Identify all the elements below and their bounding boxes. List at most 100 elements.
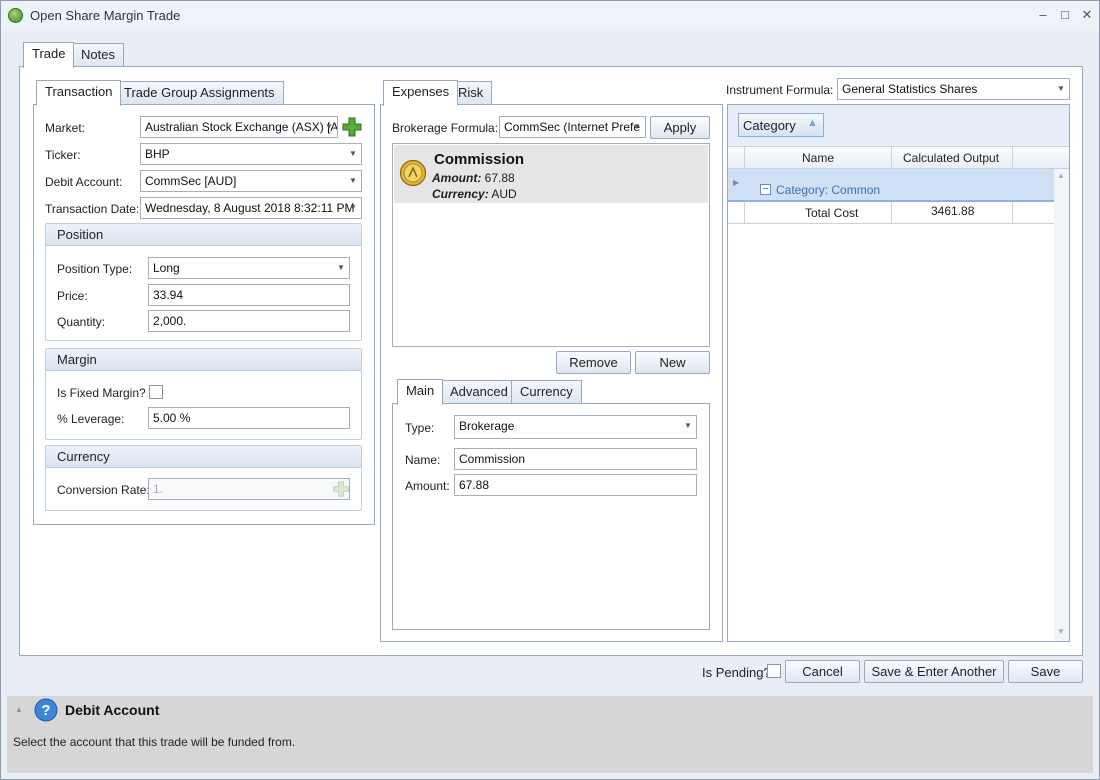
debit-account-combo[interactable]: CommSec [AUD] ▼ — [140, 170, 362, 192]
vertical-scrollbar[interactable]: ▲ ▼ — [1054, 169, 1069, 641]
tab-currency[interactable]: Currency — [511, 380, 582, 404]
help-text: Select the account that this trade will … — [13, 735, 296, 749]
amount-label: Amount: — [405, 479, 450, 493]
column-header-output[interactable]: Calculated Output — [903, 151, 999, 165]
quantity-label: Quantity: — [57, 315, 106, 329]
tab-notes[interactable]: Notes — [72, 43, 124, 67]
tab-trade-group-assignments[interactable]: Trade Group Assignments — [115, 81, 284, 105]
group-row-label: Category: Common — [776, 183, 881, 197]
market-combo[interactable]: Australian Stock Exchange (ASX) [A ▼ — [140, 116, 338, 138]
save-enter-another-button[interactable]: Save & Enter Another — [864, 660, 1004, 683]
brokerage-formula-combo[interactable]: CommSec (Internet Prefe ▼ — [499, 116, 646, 138]
conversion-rate-input: 1. — [148, 478, 350, 500]
position-header: Position — [46, 224, 361, 246]
group-chip-category[interactable]: Category ▲ — [738, 113, 824, 137]
scroll-down-icon[interactable]: ▼ — [1057, 627, 1065, 636]
amount-input[interactable]: 67.88 — [454, 474, 697, 496]
app-icon — [8, 8, 23, 23]
position-type-combo[interactable]: Long ▼ — [148, 257, 350, 279]
col-sep — [744, 202, 745, 223]
svg-text:?: ? — [41, 702, 50, 719]
currency-key: Currency: — [432, 187, 489, 201]
collapse-help-icon[interactable]: ▲ — [15, 705, 23, 714]
ticker-combo[interactable]: BHP ▼ — [140, 143, 362, 165]
help-panel: ▲ ? Debit Account Select the account tha… — [7, 696, 1093, 773]
col-sep — [891, 202, 892, 223]
apply-button[interactable]: Apply — [650, 116, 710, 139]
expense-currency-line: Currency: AUD — [432, 187, 517, 201]
brokerage-formula-label: Brokerage Formula: — [392, 121, 499, 135]
group-chip-label: Category — [743, 118, 796, 133]
amount-key: Amount: — [432, 171, 482, 185]
transaction-date-picker[interactable]: Wednesday, 8 August 2018 8:32:11 PM ▼ — [140, 197, 362, 219]
instrument-formula-value: General Statistics Shares — [842, 82, 978, 96]
tab-expenses[interactable]: Expenses — [383, 80, 459, 106]
chevron-down-icon: ▼ — [337, 263, 345, 272]
add-market-icon[interactable] — [342, 117, 362, 137]
cell-total-cost-output[interactable]: 3461.88 — [931, 204, 974, 218]
tab-advanced[interactable]: Advanced — [441, 380, 517, 404]
type-combo[interactable]: Brokerage ▼ — [454, 415, 697, 439]
brokerage-formula-value: CommSec (Internet Prefe — [504, 120, 641, 134]
window-title: Open Share Margin Trade — [30, 8, 181, 23]
chevron-down-icon: ▼ — [684, 421, 692, 430]
tab-main[interactable]: Main — [397, 379, 444, 405]
instrument-formula-combo[interactable]: General Statistics Shares ▼ — [837, 78, 1070, 100]
name-label: Name: — [405, 453, 441, 467]
fixed-margin-label: Is Fixed Margin? — [57, 386, 146, 400]
quantity-input[interactable]: 2,000. — [148, 310, 350, 332]
price-label: Price: — [57, 289, 88, 303]
transaction-date-value: Wednesday, 8 August 2018 8:32:11 PM — [145, 201, 355, 215]
tab-trade[interactable]: Trade — [23, 42, 75, 68]
fixed-margin-checkbox[interactable] — [149, 385, 163, 399]
expense-title: Commission — [434, 151, 525, 168]
cancel-button[interactable]: Cancel — [785, 660, 860, 683]
expense-amount-line: Amount: 67.88 — [432, 171, 515, 185]
debit-account-label: Debit Account: — [45, 175, 123, 189]
transaction-date-label: Transaction Date: — [45, 202, 140, 216]
conversion-rate-label: Conversion Rate: — [57, 483, 150, 497]
chevron-down-icon: ▼ — [1057, 84, 1065, 93]
is-pending-label: Is Pending? — [702, 665, 771, 680]
margin-header: Margin — [46, 349, 361, 371]
collapse-icon[interactable]: – — [760, 184, 771, 195]
coin-icon — [399, 159, 427, 187]
chevron-down-icon: ▼ — [325, 122, 333, 131]
col-sep — [891, 147, 892, 169]
leverage-input[interactable]: 5.00 % — [148, 407, 350, 429]
scroll-up-icon[interactable]: ▲ — [1057, 171, 1065, 180]
title-bar: Open Share Margin Trade – □ ✕ — [1, 1, 1099, 31]
column-header-row — [728, 146, 1069, 169]
is-pending-checkbox[interactable] — [767, 664, 781, 678]
tab-transaction[interactable]: Transaction — [36, 80, 122, 106]
row-sep — [728, 223, 1054, 224]
type-label: Type: — [405, 421, 435, 435]
maximize-icon[interactable]: □ — [1057, 7, 1073, 23]
cell-total-cost-name[interactable]: Total Cost — [805, 206, 858, 220]
minimize-icon[interactable]: – — [1035, 7, 1051, 23]
column-header-name[interactable]: Name — [802, 151, 834, 165]
expense-item-commission[interactable]: Commission Amount: 67.88 Currency: AUD — [394, 145, 708, 203]
sort-asc-icon: ▲ — [807, 117, 818, 129]
expense-amount: 67.88 — [484, 171, 515, 185]
type-value: Brokerage — [459, 419, 515, 433]
chevron-down-icon: ▼ — [349, 149, 357, 158]
row-indicator-icon: ▶ — [733, 178, 740, 187]
market-value: Australian Stock Exchange (ASX) [A — [145, 120, 338, 134]
dialog-window: Open Share Margin Trade – □ ✕ Trade Note… — [0, 0, 1100, 780]
chevron-down-icon: ▼ — [349, 203, 357, 212]
close-icon[interactable]: ✕ — [1079, 7, 1095, 23]
conversion-rate-value: 1. — [153, 482, 164, 496]
position-type-label: Position Type: — [57, 262, 133, 276]
ticker-value: BHP — [145, 147, 170, 161]
name-input[interactable]: Commission — [454, 448, 697, 470]
remove-button[interactable]: Remove — [556, 351, 631, 374]
new-button[interactable]: New — [635, 351, 710, 374]
leverage-label: % Leverage: — [57, 412, 125, 426]
price-input[interactable]: 33.94 — [148, 284, 350, 306]
instrument-formula-label: Instrument Formula: — [726, 83, 834, 97]
currency-header: Currency — [46, 446, 361, 468]
save-button[interactable]: Save — [1008, 660, 1083, 683]
col-sep — [1012, 202, 1013, 223]
chevron-down-icon: ▼ — [349, 176, 357, 185]
